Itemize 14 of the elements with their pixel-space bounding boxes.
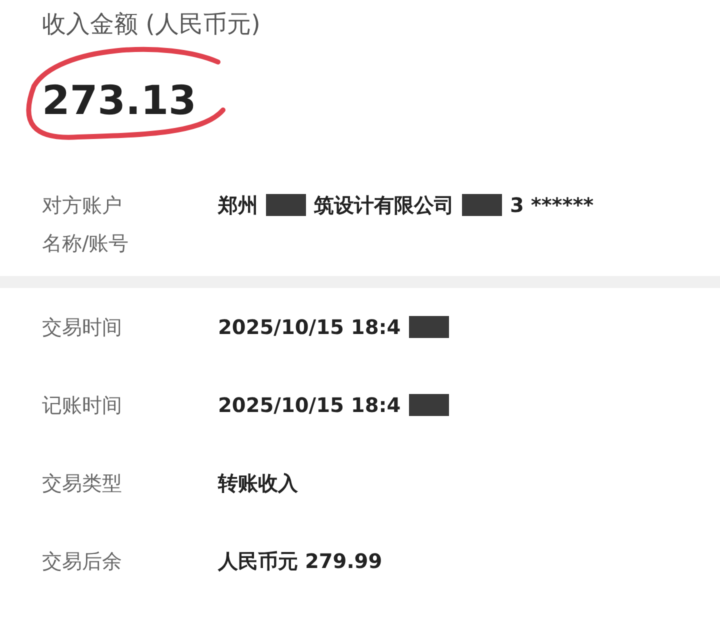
field-value: 2025/10/15 18:4	[218, 392, 401, 419]
amount-label: 收入金额 (人民币元)	[42, 9, 260, 40]
field-value: 2025/10/15 18:4	[218, 314, 401, 341]
field-label: 记账时间	[42, 392, 123, 419]
field-value: 筑设计有限公司	[314, 192, 454, 219]
field-label: 对方账户名称/账号	[42, 192, 130, 257]
field-value: 郑州	[218, 192, 258, 219]
field-value: 3 ******	[510, 192, 594, 219]
field-label: 交易时间	[42, 314, 123, 341]
field-value: 转账收入	[218, 470, 298, 497]
field-label: 交易类型	[42, 470, 123, 497]
amount-value: 273.13	[42, 78, 196, 124]
field-label: 交易后余	[42, 548, 123, 575]
field-value: 人民币元 279.99	[218, 548, 382, 575]
